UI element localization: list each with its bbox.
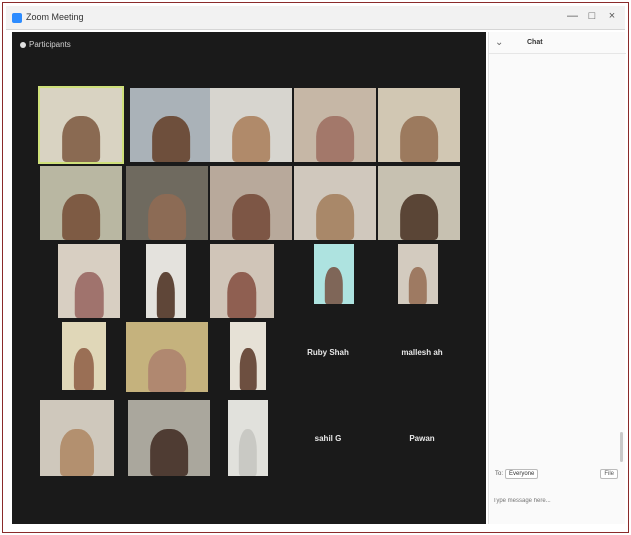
chat-recipient-row: To: Everyone File — [493, 468, 622, 482]
participant-video — [316, 194, 354, 240]
participant-video — [152, 116, 190, 162]
participant-tile[interactable] — [126, 322, 208, 392]
participant-tile[interactable] — [230, 322, 266, 390]
minimize-icon[interactable]: — — [567, 10, 578, 22]
window-title: Zoom Meeting — [26, 12, 84, 22]
view-label: Participants — [29, 40, 71, 49]
participant-video — [232, 194, 270, 240]
participant-video — [73, 347, 95, 390]
participant-tile[interactable] — [146, 244, 186, 318]
chat-to-label: To: — [495, 471, 504, 477]
chevron-down-icon[interactable]: ⌄ — [495, 37, 503, 48]
chat-message-input[interactable] — [493, 487, 621, 515]
participant-tile[interactable] — [40, 166, 122, 240]
participant-video — [59, 428, 95, 476]
participant-video — [148, 348, 186, 392]
participant-tile[interactable] — [294, 88, 376, 162]
zoom-icon — [12, 13, 22, 23]
participant-tile[interactable] — [126, 166, 208, 240]
participant-tile[interactable] — [210, 166, 292, 240]
participant-video — [62, 194, 100, 240]
participant-video — [74, 272, 104, 318]
participant-video — [148, 194, 186, 240]
participant-tile[interactable] — [130, 88, 212, 162]
participant-tile[interactable] — [378, 166, 460, 240]
participant-video — [316, 116, 354, 162]
view-toggle[interactable]: Participants — [20, 40, 71, 49]
maximize-icon[interactable]: □ — [587, 10, 597, 22]
name-only-tile[interactable]: Pawan — [378, 400, 466, 476]
participant-video — [238, 428, 258, 476]
participant-video — [400, 116, 438, 162]
participant-video — [227, 272, 257, 318]
close-icon[interactable]: × — [607, 10, 617, 22]
name-only-tile[interactable]: Ruby Shah — [284, 322, 372, 382]
window-controls: — □ × — [567, 10, 617, 22]
participant-tile[interactable] — [228, 400, 268, 476]
participant-tile[interactable] — [40, 400, 114, 476]
name-only-tile[interactable]: sahil G — [284, 400, 372, 476]
participant-video — [150, 428, 188, 476]
chat-panel: ⌄ Chat To: Everyone File — [488, 32, 626, 524]
participant-tile[interactable] — [210, 88, 292, 162]
participant-video — [324, 266, 344, 304]
participant-video — [408, 266, 428, 304]
chat-recipient-select[interactable]: Everyone — [505, 469, 539, 479]
participant-tile[interactable] — [38, 86, 124, 164]
participant-video — [156, 272, 176, 318]
participant-video — [239, 347, 257, 390]
chat-header: ⌄ Chat — [489, 32, 626, 54]
chat-scrollbar[interactable] — [620, 432, 623, 462]
window-titlebar: Zoom Meeting — □ × — [6, 6, 625, 30]
participant-video — [62, 116, 100, 162]
participant-tile[interactable] — [62, 322, 106, 390]
chat-file-button[interactable]: File — [600, 469, 618, 479]
participant-tile[interactable] — [58, 244, 120, 318]
grid-icon — [20, 41, 26, 48]
video-grid: Participants Ruby Shah mallesh ah sahil GP… — [12, 32, 486, 524]
chat-title: Chat — [527, 39, 543, 46]
participant-tile[interactable] — [398, 244, 438, 304]
participant-tile[interactable] — [378, 88, 460, 162]
name-only-tile[interactable]: mallesh ah — [378, 322, 466, 382]
participant-video — [232, 116, 270, 162]
participant-tile[interactable] — [294, 166, 376, 240]
participant-tile[interactable] — [128, 400, 210, 476]
participant-tile[interactable] — [314, 244, 354, 304]
participant-tile[interactable] — [210, 244, 274, 318]
participant-video — [400, 194, 438, 240]
